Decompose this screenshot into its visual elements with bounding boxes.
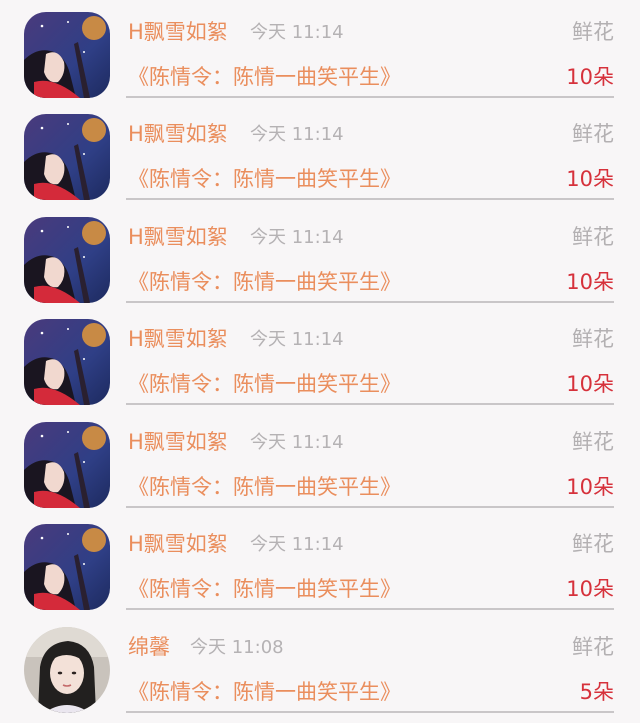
avatar[interactable]: [24, 524, 110, 610]
divider: [126, 608, 614, 610]
avatar[interactable]: [24, 319, 110, 405]
gift-count: 10朵: [566, 372, 614, 396]
list-item[interactable]: H飘雪如絮 今天 11:14 鲜花 《陈情令：陈情一曲笑平生》 10朵: [0, 102, 640, 205]
timestamp: 今天 11:14: [250, 329, 344, 350]
list-item[interactable]: H飘雪如絮 今天 11:14 鲜花 《陈情令：陈情一曲笑平生》 10朵: [0, 205, 640, 308]
anime-girl-avatar-icon: [24, 319, 110, 405]
user-name[interactable]: H飘雪如絮: [128, 223, 228, 251]
timestamp: 今天 11:14: [250, 431, 344, 453]
gift-count: 10朵: [566, 167, 614, 191]
avatar[interactable]: [24, 421, 110, 508]
book-title-link[interactable]: 《陈情令：陈情一曲笑平生》: [128, 677, 401, 707]
divider: [126, 403, 614, 405]
gift-count: 10朵: [566, 65, 614, 89]
user-name[interactable]: 绵馨: [128, 633, 170, 661]
timestamp: 今天 11:14: [250, 534, 344, 555]
gift-type-label: 鲜花: [572, 224, 614, 249]
user-name[interactable]: H飘雪如絮: [128, 428, 228, 456]
avatar[interactable]: [24, 12, 110, 98]
list-item[interactable]: H飘雪如絮 今天 11:14 鲜花 《陈情令：陈情一曲笑平生》 10朵: [0, 410, 640, 513]
user-name[interactable]: H飘雪如絮: [128, 325, 228, 353]
gift-record-list: H飘雪如絮 今天 11:14 鲜花 《陈情令：陈情一曲笑平生》 10朵 H飘雪如…: [0, 0, 640, 717]
gift-count: 10朵: [566, 269, 614, 294]
gift-type-label: 鲜花: [572, 429, 614, 454]
book-title-link[interactable]: 《陈情令：陈情一曲笑平生》: [128, 164, 401, 194]
list-item[interactable]: H飘雪如絮 今天 11:14 鲜花 《陈情令：陈情一曲笑平生》 10朵: [0, 0, 640, 102]
user-name[interactable]: H飘雪如絮: [128, 120, 228, 148]
gift-count: 5朵: [579, 679, 614, 704]
anime-girl-avatar-icon: [24, 421, 110, 508]
gift-count: 10朵: [566, 474, 614, 499]
timestamp: 今天 11:14: [250, 22, 344, 43]
user-name[interactable]: H飘雪如絮: [128, 530, 228, 558]
anime-girl-avatar-icon: [24, 114, 110, 200]
gift-type-label: 鲜花: [572, 122, 614, 146]
timestamp: 今天 11:14: [250, 124, 344, 145]
list-item[interactable]: H飘雪如絮 今天 11:14 鲜花 《陈情令：陈情一曲笑平生》 10朵: [0, 307, 640, 410]
gift-type-label: 鲜花: [572, 20, 614, 44]
anime-girl-avatar-icon: [24, 12, 110, 98]
list-item[interactable]: H飘雪如絮 今天 11:14 鲜花 《陈情令：陈情一曲笑平生》 10朵: [0, 512, 640, 615]
divider: [126, 96, 614, 98]
divider: [126, 505, 614, 508]
book-title-link[interactable]: 《陈情令：陈情一曲笑平生》: [128, 267, 401, 297]
anime-girl-avatar-icon: [24, 524, 110, 610]
timestamp: 今天 11:14: [250, 226, 344, 248]
gift-type-label: 鲜花: [572, 634, 614, 659]
book-title-link[interactable]: 《陈情令：陈情一曲笑平生》: [128, 574, 401, 604]
book-title-link[interactable]: 《陈情令：陈情一曲笑平生》: [128, 62, 401, 92]
gift-type-label: 鲜花: [572, 532, 614, 556]
divider: [126, 198, 614, 200]
avatar[interactable]: [24, 114, 110, 200]
photo-girl-avatar-icon: [24, 626, 110, 713]
avatar[interactable]: [24, 626, 110, 713]
user-name[interactable]: H飘雪如絮: [128, 18, 228, 46]
gift-count: 10朵: [566, 577, 614, 601]
book-title-link[interactable]: 《陈情令：陈情一曲笑平生》: [128, 369, 401, 399]
anime-girl-avatar-icon: [24, 216, 110, 303]
list-item[interactable]: 绵馨 今天 11:08 鲜花 《陈情令：陈情一曲笑平生》 5朵: [0, 615, 640, 718]
divider: [126, 710, 614, 713]
timestamp: 今天 11:08: [190, 636, 284, 658]
book-title-link[interactable]: 《陈情令：陈情一曲笑平生》: [128, 472, 401, 502]
divider: [126, 300, 614, 303]
avatar[interactable]: [24, 216, 110, 303]
gift-type-label: 鲜花: [572, 327, 614, 351]
